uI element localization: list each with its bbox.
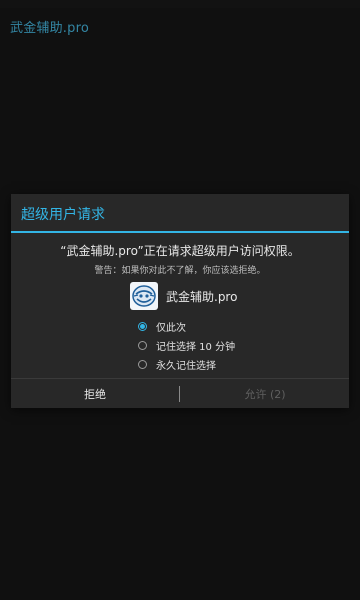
remember-options: 仅此次 记住选择 10 分钟 永久记住选择 (138, 317, 235, 374)
app-name: 武金辅助.pro (166, 289, 238, 304)
radio-unchecked-icon[interactable] (138, 341, 147, 350)
option-once[interactable]: 仅此次 (138, 317, 235, 336)
app-logo-icon (130, 282, 158, 310)
request-message: “武金辅助.pro”正在请求超级用户访问权限。 (60, 244, 300, 258)
option-forever[interactable]: 永久记住选择 (138, 355, 235, 374)
warning-text: 警告：如果你对此不了解，你应该选拒绝。 (94, 266, 266, 276)
screen: 武金辅助.pro 超级用户请求 “武金辅助.pro”正在请求超级用户访问权限。 … (0, 0, 360, 600)
radio-unchecked-icon[interactable] (138, 360, 147, 369)
superuser-request-dialog: 超级用户请求 “武金辅助.pro”正在请求超级用户访问权限。 警告：如果你对此不… (11, 194, 349, 408)
option-label: 永久记住选择 (156, 361, 216, 372)
dialog-title: 超级用户请求 (21, 207, 105, 223)
dialog-button-bar: 拒绝 允许 (2) (11, 378, 349, 408)
deny-button[interactable]: 拒绝 (11, 379, 179, 408)
title-divider (11, 231, 349, 233)
button-divider (179, 386, 180, 402)
option-label: 仅此次 (156, 323, 186, 334)
requesting-app: 武金辅助.pro (130, 282, 237, 310)
option-label: 记住选择 10 分钟 (156, 342, 236, 353)
radio-checked-icon[interactable] (138, 322, 147, 331)
allow-button[interactable]: 允许 (2) (181, 379, 349, 408)
option-10-minutes[interactable]: 记住选择 10 分钟 (138, 336, 235, 355)
